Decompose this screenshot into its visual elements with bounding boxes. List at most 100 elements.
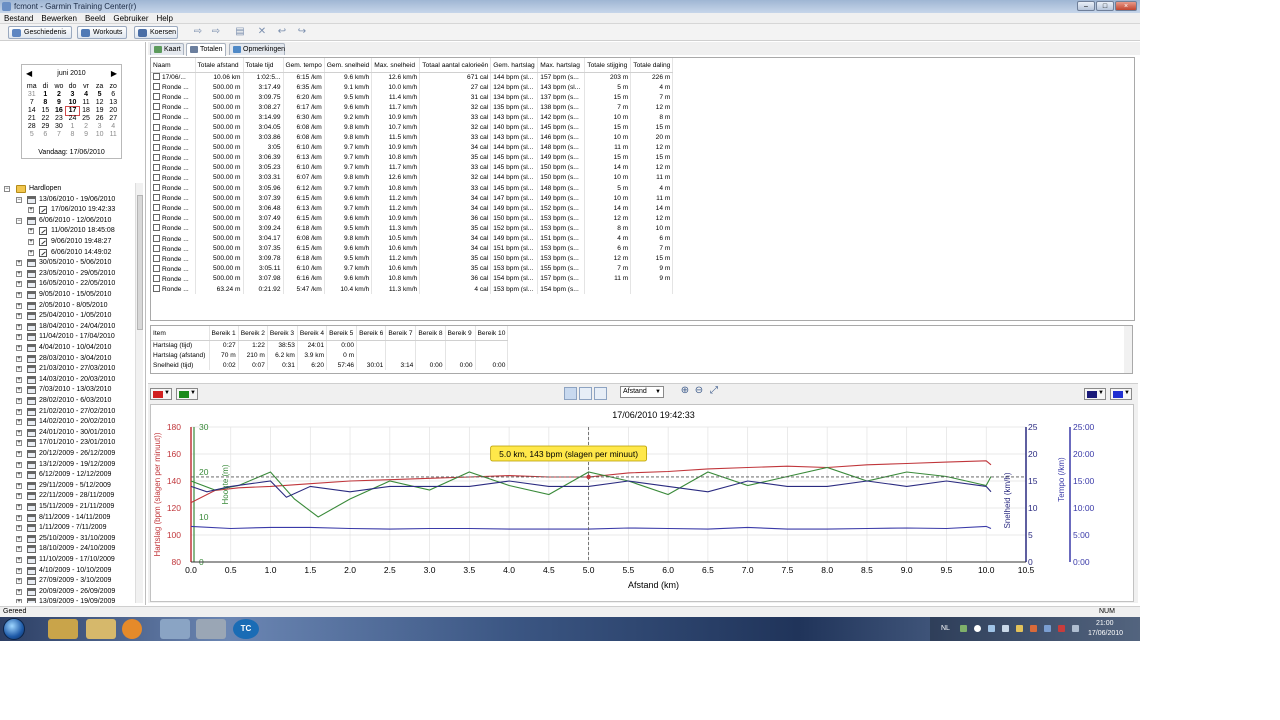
laps-column-header[interactable]: Totale stijging xyxy=(584,58,632,73)
calendar-day[interactable]: 6 xyxy=(39,131,53,139)
calendar-day[interactable]: 4 xyxy=(106,123,120,131)
expand-icon[interactable]: + xyxy=(28,249,34,256)
zones-column-header[interactable]: Bereik 8 xyxy=(415,326,446,341)
calendar-day[interactable]: 25 xyxy=(79,115,93,123)
laps-row[interactable]: Ronde ... 500.00 m 3:04.05 6:08 /km 9.8 km/h… xyxy=(151,122,674,133)
expand-icon[interactable]: + xyxy=(16,546,22,553)
calendar-day[interactable]: 26 xyxy=(93,115,107,123)
calendar-day[interactable]: 20 xyxy=(106,107,120,115)
courses-button[interactable]: Koersen xyxy=(134,26,178,39)
tray-time[interactable]: 21:00 xyxy=(1096,620,1114,627)
expand-icon[interactable]: + xyxy=(28,228,34,235)
tree-week-item[interactable]: +13/09/2009 - 19/09/2009 xyxy=(0,597,135,603)
laps-column-header[interactable]: Max. hartslag xyxy=(537,58,586,73)
tab-totalen[interactable]: Totalen xyxy=(186,43,226,56)
expand-icon[interactable]: + xyxy=(16,588,22,595)
tree-week-item[interactable]: − 6/06/2010 - 12/06/2010 xyxy=(0,216,135,227)
calendar-day[interactable]: 3 xyxy=(66,91,80,99)
tools-icon[interactable] xyxy=(160,619,190,639)
tree-week-item[interactable]: +18/04/2010 - 24/04/2010 xyxy=(0,322,135,333)
calendar-day[interactable]: 14 xyxy=(25,107,39,115)
zoom-fit-icon[interactable]: ⤢ xyxy=(709,386,719,396)
expand-icon[interactable]: + xyxy=(16,504,22,510)
expand-icon[interactable]: + xyxy=(16,366,22,373)
tree-week-item[interactable]: +30/05/2010 - 5/06/2010 xyxy=(0,258,135,269)
laps-row[interactable]: Ronde ... 500.00 m 3:17.49 6:35 /km 9.1 km/h… xyxy=(151,82,674,93)
calendar-day[interactable]: 8 xyxy=(66,131,80,139)
tree-week-item[interactable]: +18/10/2009 - 24/10/2009 xyxy=(0,544,135,555)
chart-area[interactable]: 17/06/2010 19:42:33 0.0 0.5 1.0 1.5 2.0 2.5 3.0… xyxy=(150,404,1134,602)
tree-week-item[interactable]: +29/11/2009 - 5/12/2009 xyxy=(0,481,135,492)
tray-device-icon[interactable] xyxy=(1002,625,1009,632)
tree-week-item[interactable]: +6/12/2009 - 12/12/2009 xyxy=(0,470,135,481)
calendar-day[interactable]: 28 xyxy=(25,123,39,131)
send-to-device-icon[interactable]: ⇨ xyxy=(208,27,224,38)
expand-icon[interactable]: + xyxy=(16,429,22,436)
menu-gebruiker[interactable]: Gebruiker xyxy=(109,13,152,23)
laps-column-header[interactable]: Totale afstand xyxy=(195,58,244,73)
tree-week-item[interactable]: +25/04/2010 - 1/05/2010 xyxy=(0,311,135,322)
tree-week-item[interactable]: +21/02/2010 - 27/02/2010 xyxy=(0,407,135,418)
tray-security-icon[interactable] xyxy=(1030,625,1037,632)
maximize-button[interactable]: □ xyxy=(1096,1,1114,11)
workouts-button[interactable]: Workouts xyxy=(77,26,127,39)
chart-full-view-icon[interactable] xyxy=(564,387,577,400)
calendar-day[interactable]: 31 xyxy=(25,91,39,99)
calendar-day[interactable]: 7 xyxy=(52,131,66,139)
laps-row[interactable]: Ronde ... 500.00 m 3:05.96 6:12 /km 9.7 km/h… xyxy=(151,183,674,194)
calendar-day[interactable]: 22 xyxy=(39,115,53,123)
expand-icon[interactable]: + xyxy=(16,419,22,426)
tc-icon[interactable]: TC xyxy=(233,619,259,639)
tray-network-icon[interactable] xyxy=(988,625,995,632)
laps-column-header[interactable]: Gem. hartslag xyxy=(490,58,539,73)
laps-column-header[interactable]: Totale tijd xyxy=(243,58,284,73)
laps-row[interactable]: Ronde ... 500.00 m 3:05.23 6:10 /km 9.7 km/h… xyxy=(151,162,674,173)
tree-week-item[interactable]: +20/09/2009 - 26/09/2009 xyxy=(0,587,135,598)
tree-week-item[interactable]: − 13/06/2010 - 19/06/2010 xyxy=(0,195,135,206)
calendar-day[interactable]: 9 xyxy=(79,131,93,139)
tray-volume-icon[interactable] xyxy=(1044,625,1051,632)
laps-row[interactable]: Ronde ... 500.00 m 3:06.48 6:13 /km 9.7 km/h… xyxy=(151,203,674,214)
expand-icon[interactable]: + xyxy=(16,451,22,457)
expand-icon[interactable]: + xyxy=(16,567,22,574)
calendar-day[interactable]: 10 xyxy=(66,99,80,107)
expand-icon[interactable]: + xyxy=(16,440,22,447)
calendar-day[interactable]: 17 xyxy=(64,106,81,116)
calendar-day[interactable]: 23 xyxy=(52,115,66,123)
expand-icon[interactable]: + xyxy=(16,355,22,362)
expand-icon[interactable]: + xyxy=(16,472,22,479)
tray-clock-icon[interactable] xyxy=(974,625,981,632)
tree-week-item[interactable]: +14/02/2010 - 20/02/2010 xyxy=(0,417,135,428)
x-axis-select[interactable]: Afstand ▼ xyxy=(620,386,664,398)
menu-beeld[interactable]: Beeld xyxy=(81,13,109,23)
explorer-icon[interactable] xyxy=(48,619,78,639)
tree-activity-item[interactable]: +9/06/2010 19:48:27 xyxy=(0,237,135,248)
expand-icon[interactable]: + xyxy=(16,387,22,394)
speed-color-button[interactable]: ▼ xyxy=(1084,388,1106,400)
expand-icon[interactable]: + xyxy=(16,376,22,383)
redo-icon[interactable]: ↪ xyxy=(296,27,308,38)
tree-week-item[interactable]: +4/04/2010 - 10/04/2010 xyxy=(0,343,135,354)
laps-row[interactable]: Ronde ... 500.00 m 3:05.11 6:10 /km 9.7 km/h… xyxy=(151,263,674,274)
calendar-day[interactable]: 6 xyxy=(106,91,120,99)
laps-column-header[interactable]: Gem. snelheid xyxy=(324,58,373,73)
laps-row[interactable]: Ronde ... 500.00 m 3:07.49 6:15 /km 9.6 km/h… xyxy=(151,213,674,224)
menu-bestand[interactable]: Bestand xyxy=(0,13,37,23)
zones-column-header[interactable]: Item xyxy=(151,326,210,341)
menu-bewerken[interactable]: Bewerken xyxy=(37,13,81,23)
zones-row[interactable]: Snelheid (tijd) 0:02 0:07 0:31 6:20 57:46 30:0… xyxy=(151,360,509,371)
expand-icon[interactable]: + xyxy=(16,408,22,415)
calendar-day[interactable]: 2 xyxy=(79,123,93,131)
expand-icon[interactable]: + xyxy=(16,557,22,563)
zones-column-header[interactable]: Bereik 1 xyxy=(209,326,239,341)
laps-row[interactable]: Ronde ... 500.00 m 3:07.35 6:15 /km 9.6 km/h… xyxy=(151,243,674,254)
zones-column-header[interactable]: Bereik 6 xyxy=(356,326,387,341)
expand-icon[interactable]: + xyxy=(16,525,22,532)
laps-row[interactable]: Ronde ... 500.00 m 3:14.99 6:30 /km 9.2 km/h… xyxy=(151,112,674,123)
laps-row[interactable]: Ronde ... 500.00 m 3:08.27 6:17 /km 9.6 km/h… xyxy=(151,102,674,113)
zones-row[interactable]: Hartslag (tijd) 0:27 1:22 38:53 24:01 0:00 xyxy=(151,340,509,351)
tree-week-item[interactable]: +11/04/2010 - 17/04/2010 xyxy=(0,332,135,343)
calendar-day[interactable]: 8 xyxy=(39,99,53,107)
delete-icon[interactable]: ✕ xyxy=(256,27,268,38)
expand-icon[interactable]: + xyxy=(16,270,22,277)
